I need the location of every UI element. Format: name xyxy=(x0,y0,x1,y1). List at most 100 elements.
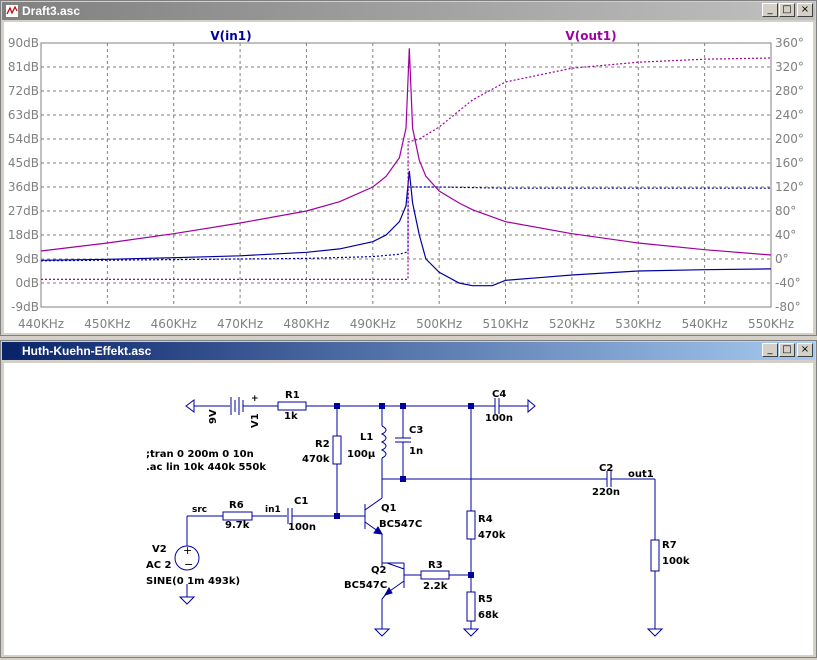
ground-icon xyxy=(462,621,480,637)
y-right-tick-label: 80° xyxy=(775,204,796,218)
v1-value-label: 9V xyxy=(208,409,219,424)
c3-label: C3 xyxy=(409,425,423,436)
x-tick-label: 540KHz xyxy=(682,317,728,331)
y-right-tick-label: 120° xyxy=(775,180,804,194)
bode-plot[interactable]: 440KHz 450KHz 460KHz 470KHz 480KHz 490KHz 500K… xyxy=(4,22,813,333)
resistor-r3 xyxy=(420,570,450,580)
plot-area[interactable]: 440KHz 450KHz 460KHz 470KHz 480KHz 490KHz 500K… xyxy=(4,22,813,333)
minimize-button[interactable]: _ xyxy=(762,343,778,357)
c2-label: C2 xyxy=(599,463,613,474)
schematic-icon xyxy=(5,344,19,358)
schematic-window-title: Huth-Kuehn-Effekt.asc xyxy=(22,344,152,358)
plot-window-titlebar[interactable]: Draft3.asc _ □ × xyxy=(2,2,815,20)
v2-sine-label: SINE(0 1m 493k) xyxy=(146,576,240,587)
ground-icon xyxy=(178,584,196,605)
y-left-tick-label: 36dB xyxy=(8,180,39,194)
r5-label: R5 xyxy=(478,594,493,605)
y-left-tick-label: 45dB xyxy=(8,156,39,170)
out1-magnitude-trace xyxy=(40,48,772,256)
l1-label: L1 xyxy=(360,432,373,443)
r6-label: R6 xyxy=(229,500,244,511)
schematic-window-titlebar[interactable]: Huth-Kuehn-Effekt.asc _ □ × xyxy=(2,342,815,360)
y-right-tick-label: 360° xyxy=(775,36,804,50)
y-right-tick-label: 40° xyxy=(775,228,796,242)
y-left-tick-label: -9dB xyxy=(11,300,39,314)
net-out1-label: out1 xyxy=(628,469,654,480)
trace-label: V(in1) xyxy=(210,29,251,43)
y-right-tick-label: 200° xyxy=(775,132,804,146)
r4-label: R4 xyxy=(478,514,493,525)
net-in1-label: in1 xyxy=(265,505,281,515)
x-tick-label: 460KHz xyxy=(151,317,197,331)
r3-label: R3 xyxy=(428,560,443,571)
r2-value: 470k xyxy=(302,454,330,465)
y-right-tick-label: 240° xyxy=(775,108,804,122)
r7-label: R7 xyxy=(662,540,677,551)
resistor-r1 xyxy=(277,401,307,411)
maximize-button[interactable]: □ xyxy=(779,343,795,357)
y-left-tick-label: 54dB xyxy=(8,132,39,146)
v2-ac-label: AC 2 xyxy=(146,560,172,571)
in1-phase-trace xyxy=(40,186,771,262)
circuit-schematic[interactable]: + − 9V V1 + R1 1k C4 100n R2 470k L1 100… xyxy=(4,363,813,655)
x-tick-label: 500KHz xyxy=(416,317,462,331)
close-button[interactable]: × xyxy=(797,3,813,17)
plot-window-title: Draft3.asc xyxy=(22,4,81,18)
svg-text:+: + xyxy=(183,544,192,557)
y-right-tick-label: 320° xyxy=(775,60,804,74)
net-src-label: src xyxy=(192,505,207,515)
ac-directive[interactable]: .ac lin 10k 440k 550k xyxy=(146,462,266,473)
schematic-canvas[interactable]: + − 9V V1 + R1 1k C4 100n R2 470k L1 100… xyxy=(4,363,813,655)
r1-label: R1 xyxy=(285,390,300,401)
x-tick-label: 530KHz xyxy=(615,317,661,331)
ground-icon xyxy=(373,599,391,637)
q2-label: Q2 xyxy=(371,565,387,576)
resistor-r4 xyxy=(466,510,476,540)
x-tick-label: 520KHz xyxy=(549,317,595,331)
v2-label: V2 xyxy=(152,544,167,555)
x-tick-label: 550KHz xyxy=(748,317,794,331)
x-tick-label: 490KHz xyxy=(350,317,396,331)
c1-value: 100n xyxy=(288,522,316,533)
y-left-tick-label: 9dB xyxy=(16,252,39,266)
resistor-r2 xyxy=(332,435,342,465)
y-left-tick-label: 63dB xyxy=(8,108,39,122)
y-right-tick-label: 0° xyxy=(775,252,789,266)
plot-frame xyxy=(40,42,772,308)
y-left-tick-label: 81dB xyxy=(8,60,39,74)
r2-label: R2 xyxy=(315,439,330,450)
x-tick-label: 480KHz xyxy=(283,317,329,331)
r3-value: 2.2k xyxy=(423,581,448,592)
maximize-button[interactable]: □ xyxy=(779,3,795,17)
y-left-tick-label: 0dB xyxy=(16,276,39,290)
c4-label: C4 xyxy=(492,389,506,400)
r5-value: 68k xyxy=(478,610,499,621)
r4-value: 470k xyxy=(478,530,506,541)
x-tick-label: 450KHz xyxy=(84,317,130,331)
plot-window: Draft3.asc _ □ × 440KHz 450KHz 460KHz 470KH… xyxy=(0,0,817,336)
c2-value: 220n xyxy=(592,487,620,498)
minimize-button[interactable]: _ xyxy=(762,3,778,17)
q2-value: BC547C xyxy=(344,580,387,591)
x-tick-label: 470KHz xyxy=(217,317,263,331)
inductor-l1 xyxy=(380,425,387,459)
x-tick-label: 440KHz xyxy=(18,317,64,331)
y-right-tick-label: 280° xyxy=(775,84,804,98)
c1-label: C1 xyxy=(294,496,308,507)
svg-text:+: + xyxy=(251,394,259,404)
trace-label: V(out1) xyxy=(565,29,616,43)
y-left-tick-label: 27dB xyxy=(8,204,39,218)
y-left-tick-label: 90dB xyxy=(8,36,39,50)
tran-directive[interactable]: ;tran 0 200m 0 10n xyxy=(146,449,254,460)
r6-value: 9.7k xyxy=(225,520,250,531)
y-left-tick-label: 72dB xyxy=(8,84,39,98)
schematic-window: Huth-Kuehn-Effekt.asc _ □ × + − 9V V1 + … xyxy=(0,340,817,658)
r7-value: 100k xyxy=(662,556,690,567)
close-button[interactable]: × xyxy=(797,343,813,357)
y-right-tick-label: -80° xyxy=(775,300,801,314)
q1-value: BC547C xyxy=(379,519,422,530)
resistor-r5 xyxy=(466,591,476,622)
ground-icon xyxy=(646,571,664,637)
c3-value: 1n xyxy=(409,446,423,457)
y-left-tick-label: 18dB xyxy=(8,228,39,242)
